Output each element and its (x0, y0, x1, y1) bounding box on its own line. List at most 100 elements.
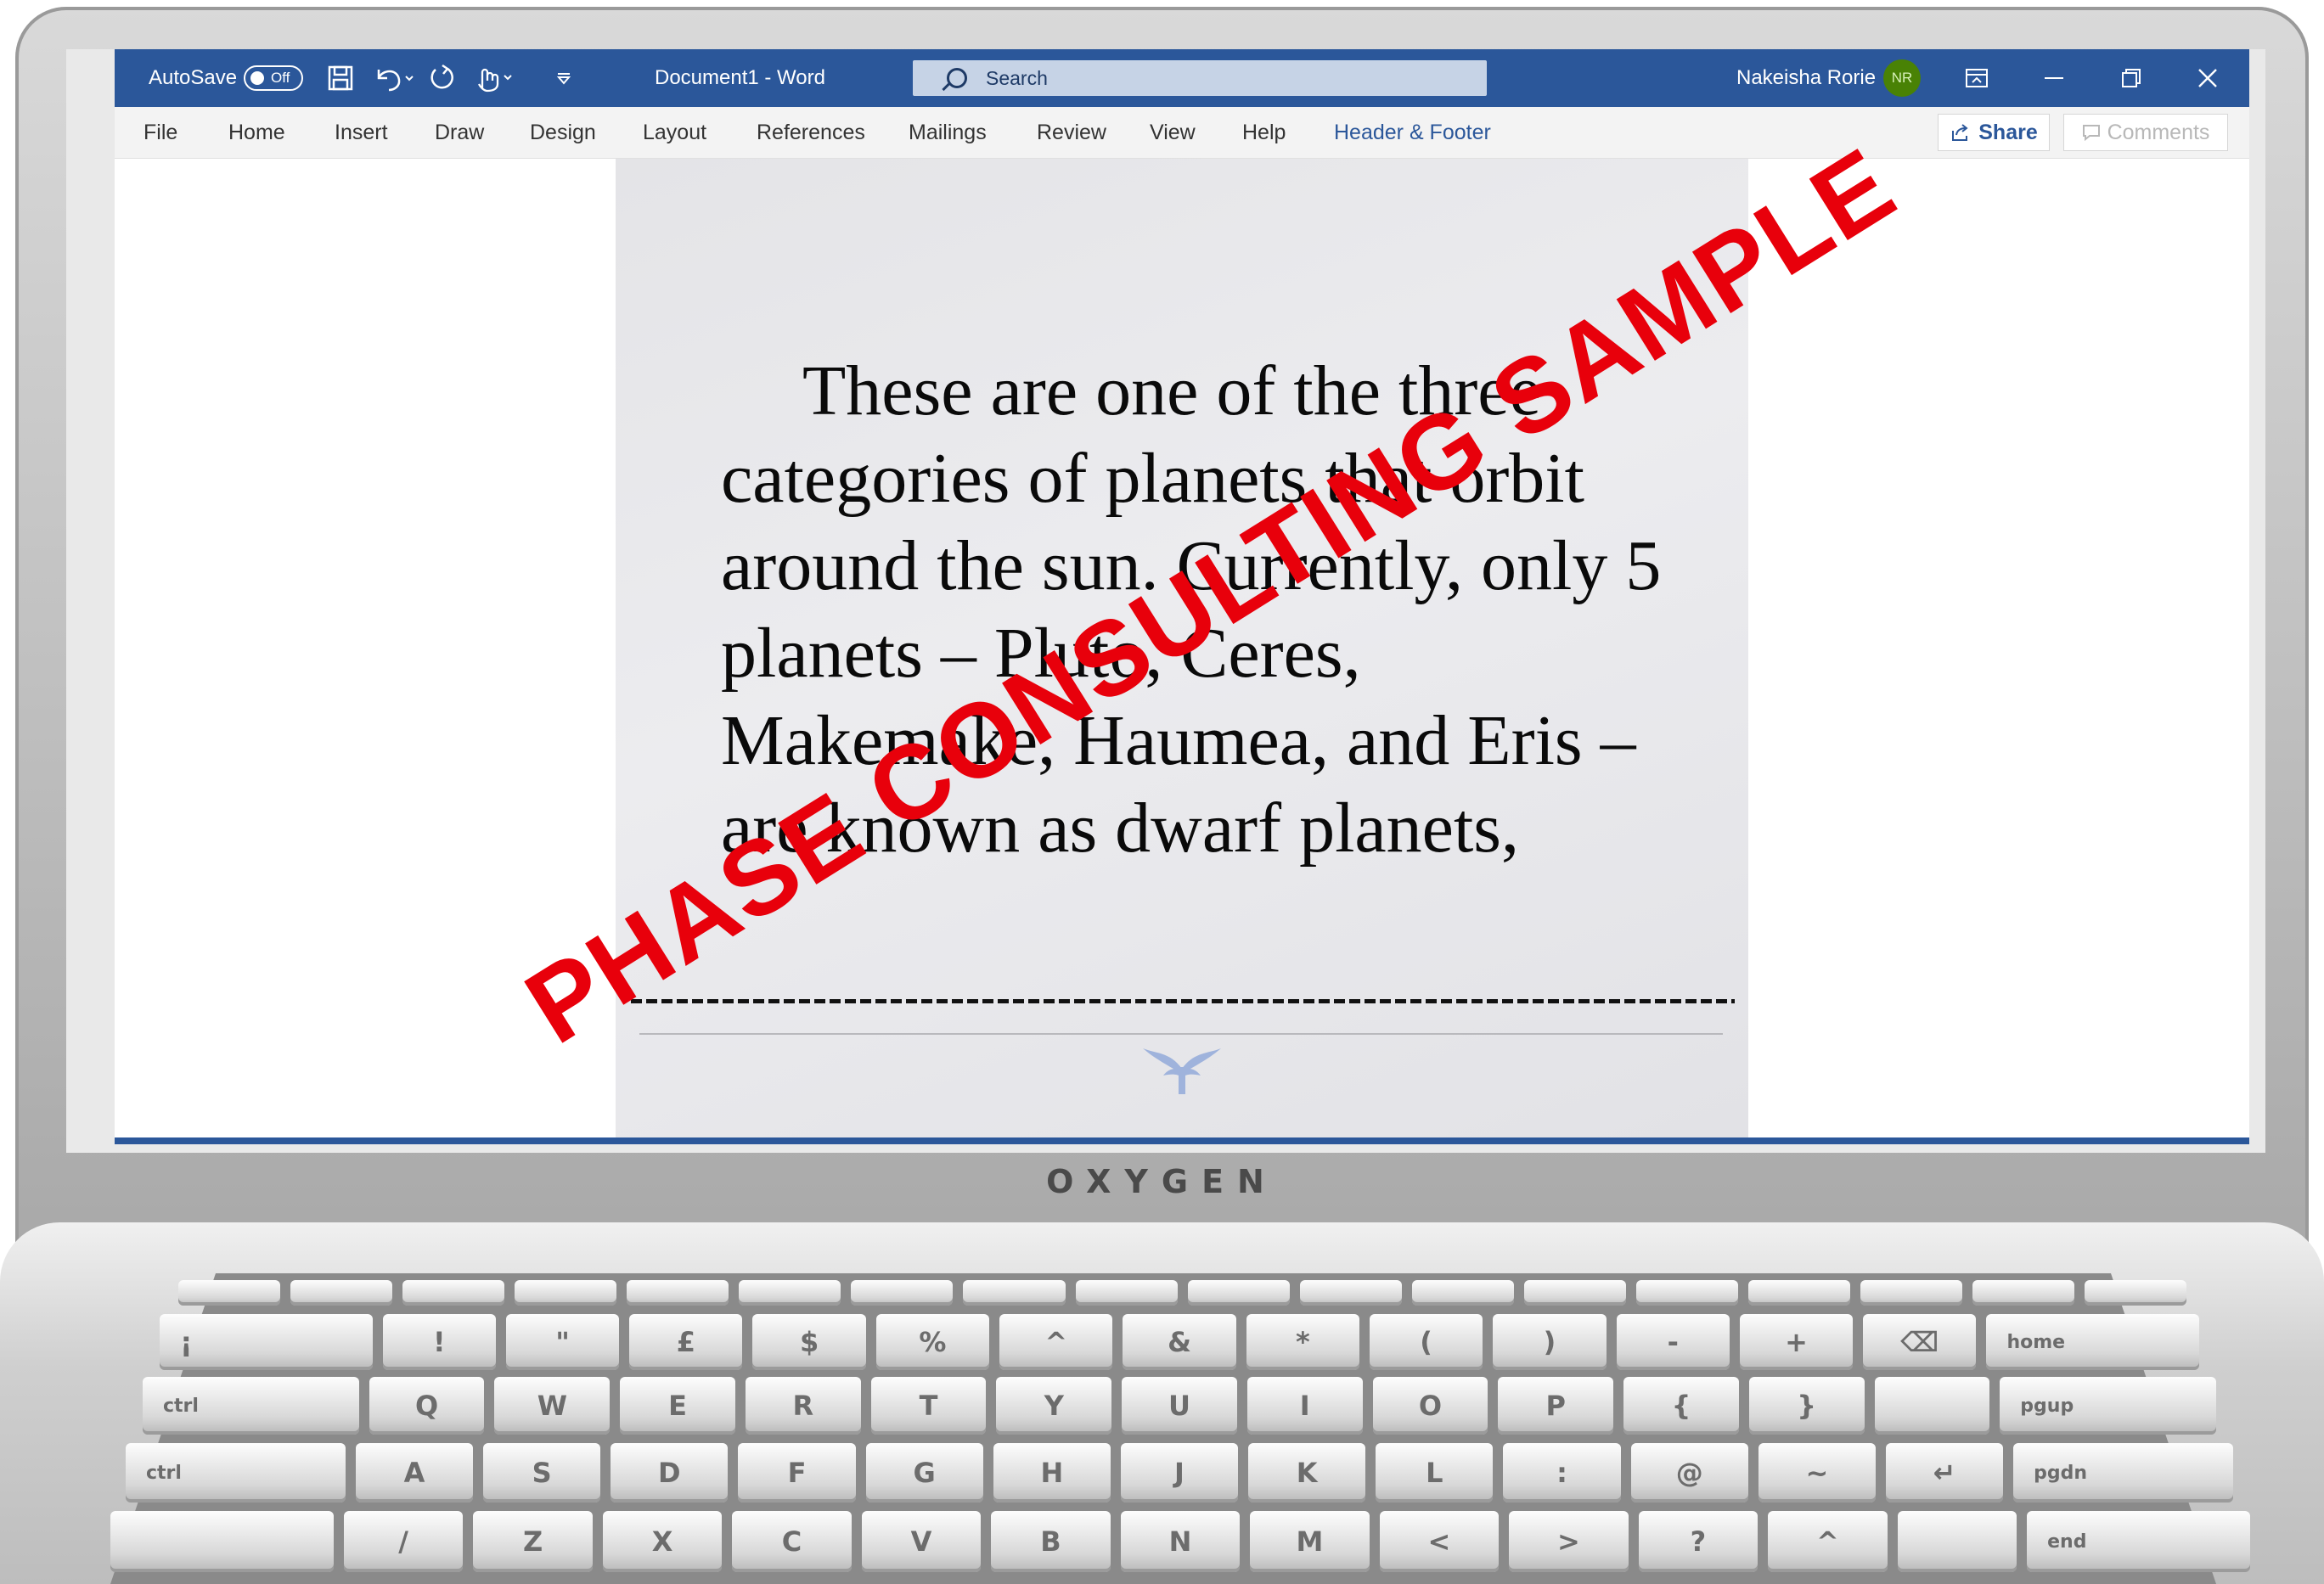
tab-design[interactable]: Design (530, 107, 596, 158)
key-row0-15[interactable] (1860, 1280, 1962, 1306)
key-row1-2[interactable]: " (505, 1314, 620, 1370)
key-row0-8[interactable] (1075, 1280, 1178, 1306)
tab-header-footer[interactable]: Header & Footer (1334, 107, 1491, 158)
minimize-icon[interactable] (2016, 49, 2092, 107)
key-row3-10[interactable]: : (1503, 1443, 1621, 1503)
key-row4-8[interactable]: M (1250, 1511, 1370, 1572)
undo-icon[interactable] (374, 49, 414, 107)
tab-home[interactable]: Home (228, 107, 285, 158)
tab-view[interactable]: View (1150, 107, 1196, 158)
key-row1-4[interactable]: $ (752, 1314, 866, 1370)
key-row4-7[interactable]: N (1120, 1511, 1241, 1572)
key-row0-7[interactable] (963, 1280, 1066, 1306)
key-row2-5[interactable]: T (870, 1377, 987, 1435)
key-row0-13[interactable] (1635, 1280, 1738, 1306)
close-icon[interactable] (2169, 49, 2246, 107)
key-row1-8[interactable]: * (1246, 1314, 1359, 1370)
key-row4-10[interactable]: > (1509, 1511, 1629, 1572)
key-row1-0[interactable]: ¡ (160, 1314, 373, 1370)
key-row0-5[interactable] (739, 1280, 841, 1306)
key-row1-9[interactable]: ( (1369, 1314, 1483, 1370)
key-row3-4[interactable]: F (738, 1443, 856, 1503)
search-box[interactable]: Search (913, 60, 1487, 96)
key-row2-3[interactable]: E (620, 1377, 735, 1435)
key-row4-11[interactable]: ? (1638, 1511, 1758, 1572)
key-row0-3[interactable] (515, 1280, 617, 1306)
key-row0-0[interactable] (178, 1280, 281, 1306)
share-button[interactable]: Share (1938, 114, 2050, 151)
key-row0-17[interactable] (2085, 1280, 2187, 1306)
redo-icon[interactable] (427, 49, 456, 107)
key-row2-10[interactable]: P (1498, 1377, 1614, 1435)
key-row4-0[interactable] (110, 1511, 334, 1572)
user-avatar[interactable]: NR (1883, 49, 1921, 107)
key-row2-9[interactable]: O (1372, 1377, 1488, 1435)
key-row2-4[interactable]: R (745, 1377, 861, 1435)
key-row3-1[interactable]: A (355, 1443, 474, 1503)
key-row0-4[interactable] (627, 1280, 729, 1306)
key-row2-14[interactable]: pgup (2000, 1377, 2217, 1435)
key-row3-8[interactable]: K (1248, 1443, 1366, 1503)
user-name[interactable]: Nakeisha Rorie (1736, 49, 1876, 107)
key-row1-13[interactable]: ⌫ (1863, 1314, 1977, 1370)
key-row3-13[interactable]: ↵ (1885, 1443, 2004, 1503)
key-row0-11[interactable] (1411, 1280, 1514, 1306)
save-icon[interactable] (327, 49, 354, 107)
key-row4-3[interactable]: X (602, 1511, 723, 1572)
key-row4-12[interactable]: ^ (1768, 1511, 1888, 1572)
tab-insert[interactable]: Insert (335, 107, 388, 158)
key-row2-2[interactable]: W (494, 1377, 611, 1435)
tab-mailings[interactable]: Mailings (909, 107, 987, 158)
tab-draw[interactable]: Draw (435, 107, 484, 158)
key-row1-7[interactable]: & (1123, 1314, 1236, 1370)
key-row0-10[interactable] (1299, 1280, 1402, 1306)
key-row0-16[interactable] (1972, 1280, 2075, 1306)
key-row3-14[interactable]: pgdn (2013, 1443, 2234, 1503)
key-row3-3[interactable]: D (611, 1443, 729, 1503)
key-row1-12[interactable]: + (1739, 1314, 1854, 1370)
key-row2-7[interactable]: U (1122, 1377, 1237, 1435)
key-row4-1[interactable]: / (343, 1511, 464, 1572)
key-row3-7[interactable]: J (1120, 1443, 1239, 1503)
tab-help[interactable]: Help (1242, 107, 1286, 158)
key-row0-9[interactable] (1187, 1280, 1290, 1306)
key-row1-1[interactable]: ! (382, 1314, 496, 1370)
key-row4-9[interactable]: < (1379, 1511, 1500, 1572)
key-row3-11[interactable]: @ (1630, 1443, 1748, 1503)
key-row4-2[interactable]: Z (473, 1511, 593, 1572)
key-row2-11[interactable]: { (1623, 1377, 1739, 1435)
comments-button[interactable]: Comments (2063, 114, 2228, 151)
ribbon-display-icon[interactable] (1939, 49, 2015, 107)
key-row2-6[interactable]: Y (996, 1377, 1112, 1435)
key-row2-1[interactable]: Q (369, 1377, 485, 1435)
key-row4-6[interactable]: B (991, 1511, 1111, 1572)
key-row3-0[interactable]: ctrl (126, 1443, 346, 1503)
key-row3-5[interactable]: G (865, 1443, 983, 1503)
tab-references[interactable]: References (757, 107, 865, 158)
touch-mode-icon[interactable] (474, 49, 516, 107)
key-row3-6[interactable]: H (993, 1443, 1111, 1503)
key-row2-12[interactable]: } (1748, 1377, 1865, 1435)
key-row0-1[interactable] (290, 1280, 393, 1306)
key-row3-9[interactable]: L (1376, 1443, 1494, 1503)
key-row2-8[interactable]: I (1246, 1377, 1363, 1435)
key-row4-5[interactable]: V (861, 1511, 982, 1572)
autosave-toggle[interactable]: Off (244, 49, 303, 107)
key-row2-13[interactable] (1874, 1377, 1990, 1435)
key-row1-11[interactable]: - (1616, 1314, 1730, 1370)
key-row1-3[interactable]: £ (629, 1314, 743, 1370)
customize-qat-icon[interactable] (554, 49, 573, 107)
restore-icon[interactable] (2093, 49, 2169, 107)
key-row4-13[interactable] (1897, 1511, 2017, 1572)
key-row0-12[interactable] (1523, 1280, 1626, 1306)
key-row3-12[interactable]: ~ (1758, 1443, 1876, 1503)
key-row2-0[interactable]: ctrl (143, 1377, 359, 1435)
key-row0-6[interactable] (851, 1280, 954, 1306)
tab-layout[interactable]: Layout (643, 107, 706, 158)
key-row3-2[interactable]: S (483, 1443, 601, 1503)
key-row1-14[interactable]: home (1986, 1314, 2200, 1370)
key-row1-5[interactable]: % (875, 1314, 990, 1370)
key-row0-14[interactable] (1747, 1280, 1850, 1306)
key-row4-14[interactable]: end (2027, 1511, 2250, 1572)
tab-file[interactable]: File (143, 107, 177, 158)
